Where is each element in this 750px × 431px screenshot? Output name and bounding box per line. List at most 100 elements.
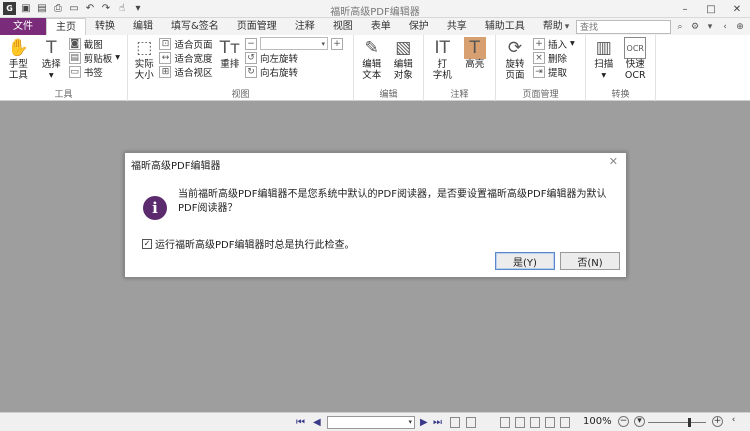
zoom-out-icon[interactable]: − <box>244 37 257 50</box>
reflow-icon: Tт <box>219 38 240 58</box>
hand-icon: ✋ <box>7 38 29 58</box>
typewriter-icon: IT <box>434 38 450 58</box>
fit-width-icon: ↔ <box>159 51 172 64</box>
screenshot-button[interactable]: ◙ 截图 <box>68 37 120 51</box>
add-icon[interactable]: ⊕ <box>734 21 746 33</box>
rotate-page-icon: ⟳ <box>507 38 523 58</box>
tab-form[interactable]: 表单 <box>362 18 400 35</box>
checkbox-box[interactable]: ✓ <box>142 238 152 249</box>
edit-object-icon: ▧ <box>395 38 412 58</box>
delete-page-button[interactable]: × 删除 <box>533 51 575 65</box>
fit-page-button[interactable]: ⊡ 适合页面 <box>159 37 213 51</box>
undo-icon[interactable]: ↶ <box>84 3 96 15</box>
redo-icon[interactable]: ↷ <box>100 3 112 15</box>
facing-icon[interactable] <box>530 417 540 428</box>
yes-button[interactable]: 是(Y) <box>495 252 555 270</box>
zoom-level: 100% <box>583 416 612 427</box>
group-view: ⬚ 实际 大小 ⊡ 适合页面 ↔ 适合宽度 ⊞ 适合视区 Tт 重排 − ▾ + ↺ 向左旋… <box>128 35 354 101</box>
page-number-input[interactable]: ▾ <box>327 416 415 429</box>
rotate-right-button[interactable]: ↻ 向右旋转 <box>244 65 346 79</box>
tab-file[interactable]: 文件 <box>0 18 46 35</box>
zoom-dropdown-icon[interactable]: ▾ <box>634 416 645 427</box>
checkbox-label: 运行福昕高级PDF编辑器时总是执行此检查。 <box>155 240 355 251</box>
zoom-combo[interactable]: ▾ <box>259 37 328 50</box>
scanner-icon: ▥ <box>595 38 612 58</box>
dialog-close-icon[interactable]: ✕ <box>609 155 618 168</box>
tab-view[interactable]: 视图 <box>324 18 362 35</box>
tab-protect[interactable]: 保护 <box>400 18 438 35</box>
save-icon[interactable]: ▣ <box>20 3 32 15</box>
first-page-icon[interactable]: ⏮ <box>296 417 305 428</box>
rotate-left-button[interactable]: ↺ 向左旋转 <box>244 51 346 65</box>
highlight-icon: T <box>463 37 486 59</box>
dialog-title: 福昕高级PDF编辑器 <box>131 161 221 172</box>
new-icon[interactable]: ▭ <box>68 3 80 15</box>
next-view-icon[interactable] <box>466 417 476 428</box>
group-convert: ▥ 扫描 ▾ OCR 快速 OCR 转换 <box>586 35 656 101</box>
settings-icon[interactable]: ⚙ <box>689 21 701 33</box>
continuous-icon[interactable] <box>515 417 525 428</box>
fit-visible-icon: ⊞ <box>159 65 172 78</box>
tab-accessibility[interactable]: 辅助工具 <box>476 18 534 35</box>
tab-share[interactable]: 共享 <box>438 18 476 35</box>
zoom-in-icon[interactable]: + <box>330 37 343 50</box>
default-reader-dialog: 福昕高级PDF编辑器 ✕ i 当前福昕高级PDF编辑器不是您系统中默认的PDF阅… <box>124 152 627 278</box>
group-edit: ✎ 编辑 文本 ▧ 编辑 对象 编辑 <box>354 35 424 101</box>
zoom-control[interactable]: − ▾ + <box>244 37 346 50</box>
extract-page-button[interactable]: ⇥ 提取 <box>533 65 575 79</box>
zoom-slider-thumb[interactable] <box>687 418 691 427</box>
prev-page-icon[interactable]: ◀ <box>313 417 321 428</box>
open-icon[interactable]: ▤ <box>36 3 48 15</box>
next-page-icon[interactable]: ▶ <box>420 417 428 428</box>
split-icon[interactable] <box>560 417 570 428</box>
zoom-in-button[interactable]: + <box>712 416 723 427</box>
continuous-facing-icon[interactable] <box>545 417 555 428</box>
prev-view-icon[interactable] <box>450 417 460 428</box>
print-icon[interactable]: ⎙ <box>52 3 64 15</box>
fit-visible-button[interactable]: ⊞ 适合视区 <box>159 65 213 79</box>
info-icon: i <box>143 196 167 220</box>
collapse-status-icon[interactable]: ‹ <box>728 416 739 427</box>
minimize-button[interactable]: – <box>672 0 698 18</box>
search-input[interactable]: 查找 <box>576 19 671 34</box>
status-bar: ⏮ ◀ ▾ ▶ ⏭ 100% − ▾ + ‹ <box>0 412 750 431</box>
hand-icon[interactable]: ☝ <box>116 3 128 15</box>
tab-home[interactable]: 主页 <box>46 18 86 35</box>
dialog-message: 当前福昕高级PDF编辑器不是您系统中默认的PDF阅读器，是否要设置福昕高级PDF… <box>178 189 607 214</box>
tab-comment[interactable]: 注释 <box>286 18 324 35</box>
chevron-down-icon[interactable]: ▾ <box>704 21 716 33</box>
close-button[interactable]: ✕ <box>724 0 750 18</box>
app-logo-icon: G <box>3 2 16 15</box>
delete-page-icon: × <box>533 51 545 64</box>
tab-fill-sign[interactable]: 填写&签名 <box>162 18 228 35</box>
always-check-checkbox[interactable]: ✓ 运行福昕高级PDF编辑器时总是执行此检查。 <box>142 236 354 251</box>
extract-page-icon: ⇥ <box>533 65 545 78</box>
fit-width-button[interactable]: ↔ 适合宽度 <box>159 51 213 65</box>
chevron-down-icon: ▾ <box>601 70 607 81</box>
camera-icon: ◙ <box>68 37 81 50</box>
customize-icon[interactable]: ▾ <box>132 3 144 15</box>
zoom-out-button[interactable]: − <box>618 416 629 427</box>
group-pages: ⟳ 旋转 页面 + 插入 ▾ × 删除 ⇥ 提取 页面管理 <box>496 35 586 101</box>
tab-edit[interactable]: 编辑 <box>124 18 162 35</box>
group-tools: ✋ 手型 工具 T 选择 ▾ ◙ 截图 ▤ 剪贴板 ▾ ▭ 书签 工具 <box>0 35 128 101</box>
rotate-left-icon: ↺ <box>244 51 257 64</box>
tab-convert[interactable]: 转换 <box>86 18 124 35</box>
fit-page-icon: ⊡ <box>159 37 172 50</box>
group-comment: IT 打 字机 T 高亮 注释 <box>424 35 496 101</box>
last-page-icon[interactable]: ⏭ <box>433 417 442 428</box>
bookmark-button[interactable]: ▭ 书签 <box>68 65 120 79</box>
insert-page-button[interactable]: + 插入 ▾ <box>533 37 575 51</box>
no-button[interactable]: 否(N) <box>560 252 620 270</box>
search-icon[interactable]: ⌕ <box>674 21 686 33</box>
text-cursor-icon: T <box>46 38 57 58</box>
tab-pages[interactable]: 页面管理 <box>228 18 286 35</box>
lightbulb-icon[interactable]: ▾ <box>561 21 573 33</box>
rotate-right-icon: ↻ <box>244 65 257 78</box>
clipboard-button[interactable]: ▤ 剪贴板 ▾ <box>68 51 120 65</box>
collapse-left-icon[interactable]: ‹ <box>719 21 731 33</box>
maximize-button[interactable]: □ <box>698 0 724 18</box>
zoom-slider[interactable] <box>648 418 706 427</box>
single-page-icon[interactable] <box>500 417 510 428</box>
actual-size-icon: ⬚ <box>136 38 153 58</box>
